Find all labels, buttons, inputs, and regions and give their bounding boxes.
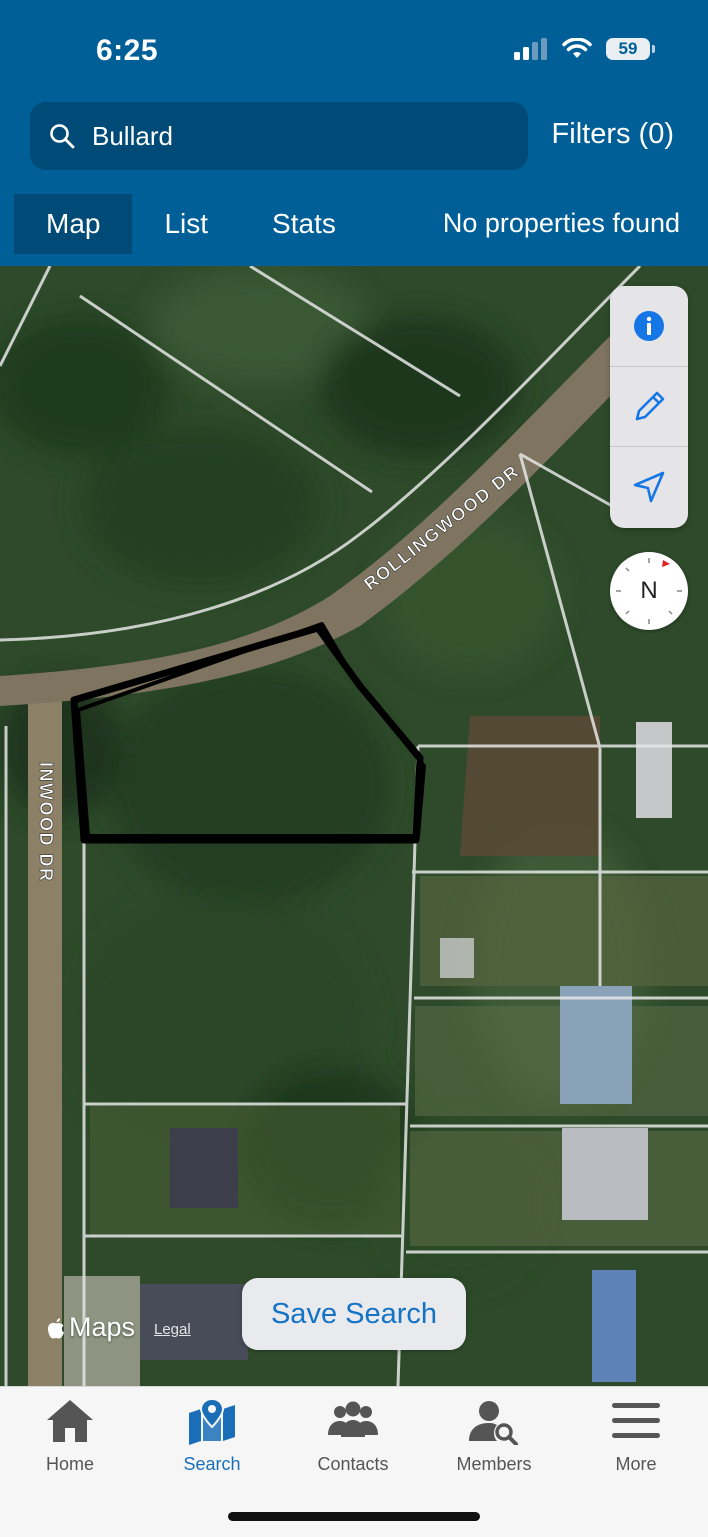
home-icon [47, 1400, 93, 1442]
filters-button[interactable]: Filters (0) [552, 118, 674, 151]
info-button[interactable] [610, 286, 688, 366]
tab-search-label: Search [183, 1454, 241, 1474]
status-icons: 59 [514, 38, 655, 60]
tab-stats[interactable]: Stats [240, 194, 368, 254]
tab-more-label: More [615, 1454, 657, 1474]
satellite-map[interactable]: ROLLINGWOOD DR INWOOD DR [0, 266, 708, 1386]
tab-contacts-label: Contacts [317, 1454, 389, 1474]
street-label-inwood: INWOOD DR [36, 762, 56, 883]
tab-members-label: Members [456, 1454, 532, 1474]
tab-contacts[interactable]: Contacts [293, 1397, 413, 1475]
contacts-icon [328, 1401, 378, 1437]
battery-indicator: 59 [606, 38, 655, 60]
tab-members[interactable]: Members [434, 1397, 554, 1475]
info-icon [634, 311, 664, 341]
tab-map[interactable]: Map [14, 194, 133, 254]
apple-logo-icon [47, 1317, 64, 1338]
view-tabs: Map List Stats [14, 194, 368, 254]
pencil-icon [635, 391, 665, 421]
draw-button[interactable] [610, 366, 688, 447]
status-time: 6:25 [96, 34, 159, 67]
compass-label: N [640, 577, 658, 604]
map-controls [610, 286, 688, 528]
search-query: Bullard [92, 120, 173, 151]
save-search-button[interactable]: Save Search [242, 1278, 466, 1350]
tab-home[interactable]: Home [10, 1397, 130, 1475]
locate-button[interactable] [610, 446, 688, 527]
map-imagery: ROLLINGWOOD DR INWOOD DR [0, 266, 708, 1386]
tab-list[interactable]: List [132, 194, 240, 254]
signal-icon [514, 38, 547, 60]
result-status: No properties found [442, 208, 680, 238]
menu-icon [612, 1403, 660, 1438]
top-header: 6:25 59 Bullard Filters (0) Map List Sta… [0, 0, 708, 266]
maps-brand: Maps [69, 1312, 136, 1342]
legal-link[interactable]: Legal [154, 1321, 191, 1338]
tab-search[interactable]: Search [152, 1397, 272, 1475]
maps-attribution: Maps [46, 1312, 135, 1343]
map-pin-icon [189, 1397, 235, 1445]
tab-more[interactable]: More [576, 1397, 696, 1475]
search-icon [50, 124, 75, 149]
tab-home-label: Home [45, 1454, 94, 1474]
compass-button[interactable]: N [610, 552, 688, 630]
location-arrow-icon [633, 471, 665, 503]
members-search-icon [469, 1401, 518, 1446]
wifi-icon [562, 38, 592, 58]
search-input[interactable]: Bullard [30, 102, 528, 170]
home-indicator [228, 1512, 480, 1521]
